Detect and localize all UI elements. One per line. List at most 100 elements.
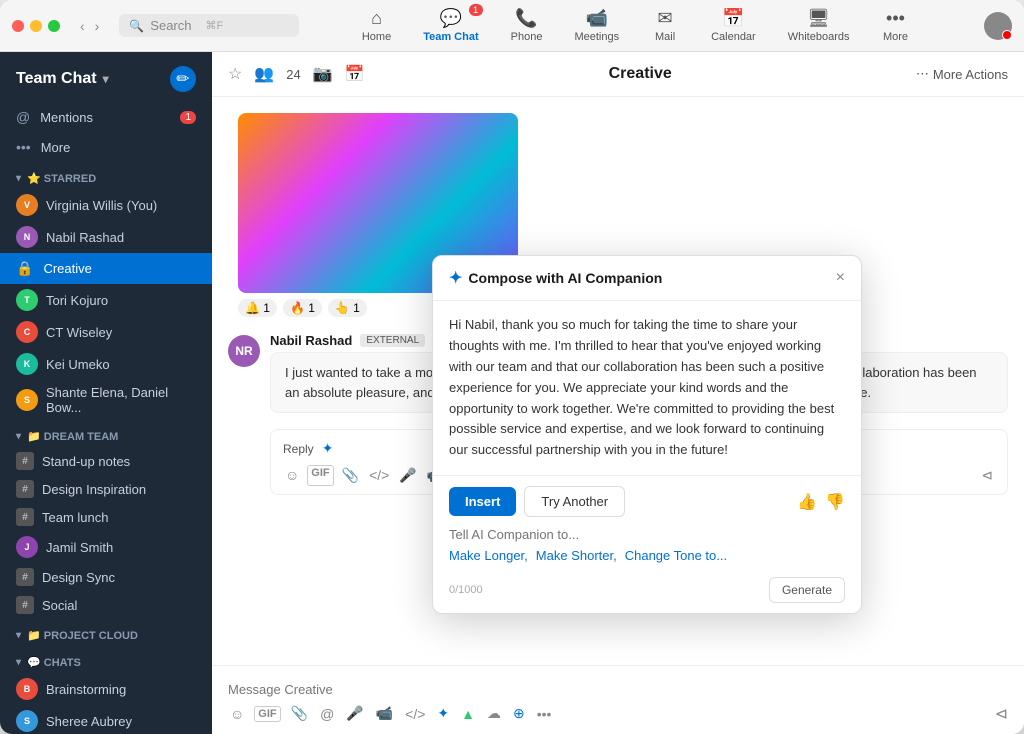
change-tone-link[interactable]: Change Tone to... (625, 548, 727, 563)
reply-ai-icon[interactable]: ✦ (320, 438, 336, 459)
minimize-window-btn[interactable] (30, 20, 42, 32)
attach-input-btn[interactable]: 📎 (289, 703, 310, 724)
people-icon[interactable]: 👥 (254, 64, 274, 84)
close-window-btn[interactable] (12, 20, 24, 32)
nav-item-mail[interactable]: ✉ Mail (637, 2, 693, 49)
sidebar-space-design[interactable]: # Design Inspiration (0, 475, 212, 503)
thumbs-down-btn[interactable]: 👎 (825, 492, 845, 512)
video-input-btn[interactable]: 📹 (374, 703, 395, 724)
more-actions-btn[interactable]: ⋯ More Actions (916, 66, 1008, 82)
drive-input-btn[interactable]: ▲ (459, 704, 477, 724)
search-label: Search (150, 18, 191, 33)
insert-btn[interactable]: Insert (449, 487, 516, 516)
code-input-btn[interactable]: </> (403, 704, 427, 724)
emoji-input-btn[interactable]: ☺ (228, 704, 246, 724)
nav-forward-btn[interactable]: › (91, 16, 104, 36)
audio-input-btn[interactable]: 🎤 (344, 703, 365, 724)
video-icon[interactable]: 📷 (313, 64, 333, 84)
audio-btn[interactable]: 🎤 (397, 465, 418, 486)
sidebar-dropdown-icon[interactable]: ▾ (103, 72, 109, 86)
more-input-btn[interactable]: ••• (535, 704, 554, 724)
cloud-input-btn[interactable]: ☁ (485, 703, 503, 724)
maximize-window-btn[interactable] (48, 20, 60, 32)
search-icon: 🔍 (129, 19, 144, 33)
thumbs-up-btn[interactable]: 👍 (797, 492, 817, 512)
sidebar-contact-jamil[interactable]: J Jamil Smith (0, 531, 212, 563)
app-window: ‹ › 🔍 Search ⌘F ⌂ Home 💬 1 Team Chat 📞 P… (0, 0, 1024, 734)
user-avatar[interactable] (984, 12, 1012, 40)
nav-item-teamchat[interactable]: 💬 1 Team Chat (409, 2, 492, 49)
sidebar-space-lunch[interactable]: # Team lunch (0, 503, 212, 531)
top-nav: ⌂ Home 💬 1 Team Chat 📞 Phone 📹 Meetings … (348, 2, 924, 49)
apps-input-btn[interactable]: ⊕ (511, 703, 527, 724)
star-icon[interactable]: ☆ (228, 64, 242, 84)
nav-label-teamchat: Team Chat (423, 31, 478, 43)
ai-compose-modal: ✦ Compose with AI Companion × Hi Nabil, … (432, 255, 862, 614)
filter-btn[interactable]: ⊲ (979, 465, 995, 486)
sidebar-section-starred: ▾ ⭐ Starred (0, 162, 212, 189)
projectcloud-arrow-icon[interactable]: ▾ (16, 630, 21, 641)
modal-header: ✦ Compose with AI Companion × (433, 256, 861, 301)
nav-item-home[interactable]: ⌂ Home (348, 2, 405, 49)
sidebar-contact-kei[interactable]: K Kei Umeko (0, 348, 212, 380)
ai-input-btn[interactable]: ✦ (435, 703, 451, 724)
dreamteam-arrow-icon[interactable]: ▾ (16, 431, 21, 442)
compose-btn[interactable]: ✏ (170, 66, 196, 92)
gif-input-btn[interactable]: GIF (254, 706, 280, 722)
starred-arrow-icon[interactable]: ▾ (16, 173, 21, 184)
nav-item-whiteboards[interactable]: 🖥 Whiteboards (774, 2, 864, 49)
calendar-add-icon[interactable]: 📅 (345, 64, 365, 84)
designsync-icon: # (16, 568, 34, 586)
modal-close-btn[interactable]: × (836, 269, 845, 287)
sidebar-contact-brainstorming[interactable]: B Brainstorming (0, 673, 212, 705)
sidebar-contact-shante[interactable]: S Shante Elena, Daniel Bow... (0, 380, 212, 420)
try-another-btn[interactable]: Try Another (524, 486, 625, 517)
sidebar-contact-tori[interactable]: T Tori Kojuro (0, 284, 212, 316)
sidebar-space-standup[interactable]: # Stand-up notes (0, 447, 212, 475)
nav-item-more[interactable]: ••• More (867, 2, 923, 49)
prompt-input[interactable] (449, 527, 845, 542)
reply-label: Reply (283, 442, 314, 456)
sidebar-contact-ct[interactable]: C CT Wiseley (0, 316, 212, 348)
sidebar-contact-nabil[interactable]: N Nabil Rashad (0, 221, 212, 253)
make-shorter-link[interactable]: Make Shorter, (536, 548, 617, 563)
standup-label: Stand-up notes (42, 454, 130, 469)
search-bar[interactable]: 🔍 Search ⌘F (119, 14, 299, 37)
nav-item-calendar[interactable]: 📅 Calendar (697, 2, 770, 49)
generate-btn[interactable]: Generate (769, 577, 845, 603)
sidebar-section-projectcloud: ▾ 📁 Project Cloud (0, 619, 212, 646)
virginia-label: Virginia Willis (You) (46, 198, 157, 213)
emoji-btn[interactable]: ☺ (283, 465, 301, 486)
more-actions-icon: ⋯ (916, 66, 929, 82)
make-longer-link[interactable]: Make Longer, (449, 548, 528, 563)
attach-btn[interactable]: 📎 (340, 465, 361, 486)
nav-item-phone[interactable]: 📞 Phone (497, 2, 557, 49)
starred-label: ⭐ Starred (27, 172, 96, 185)
sidebar-item-mentions[interactable]: @ Mentions 1 (0, 102, 212, 132)
send-btn[interactable]: ⊲ (995, 704, 1008, 724)
input-actions: ☺ GIF 📎 @ 🎤 📹 </> ✦ ▲ ☁ ⊕ ••• ⊲ (228, 703, 1008, 724)
sidebar-space-designsync[interactable]: # Design Sync (0, 563, 212, 591)
reaction-bell[interactable]: 🔔 1 (238, 299, 277, 317)
nav-back-btn[interactable]: ‹ (76, 16, 89, 36)
nav-label-whiteboards: Whiteboards (788, 31, 850, 43)
nav-label-phone: Phone (511, 31, 543, 43)
traffic-lights (12, 20, 60, 32)
chats-arrow-icon[interactable]: ▾ (16, 657, 21, 668)
sidebar-item-more[interactable]: ••• More (0, 132, 212, 162)
reaction-fire[interactable]: 🔥 1 (283, 299, 322, 317)
mention-btn[interactable]: @ (318, 704, 336, 724)
message-input[interactable] (228, 676, 1008, 703)
modal-body: Hi Nabil, thank you so much for taking t… (433, 301, 861, 475)
message-sender: Nabil Rashad (270, 333, 352, 348)
nav-item-meetings[interactable]: 📹 Meetings (560, 2, 633, 49)
code-btn[interactable]: </> (367, 465, 391, 486)
sidebar-space-social[interactable]: # Social (0, 591, 212, 619)
sidebar-contact-sheree[interactable]: S Sheree Aubrey (0, 705, 212, 734)
sidebar-contact-virginia[interactable]: V Virginia Willis (You) (0, 189, 212, 221)
sidebar-more-label: More (41, 140, 71, 155)
reaction-point[interactable]: 👆 1 (328, 299, 367, 317)
brainstorming-avatar: B (16, 678, 38, 700)
gif-btn[interactable]: GIF (307, 465, 333, 486)
sidebar-item-creative[interactable]: 🔒 Creative (0, 253, 212, 284)
